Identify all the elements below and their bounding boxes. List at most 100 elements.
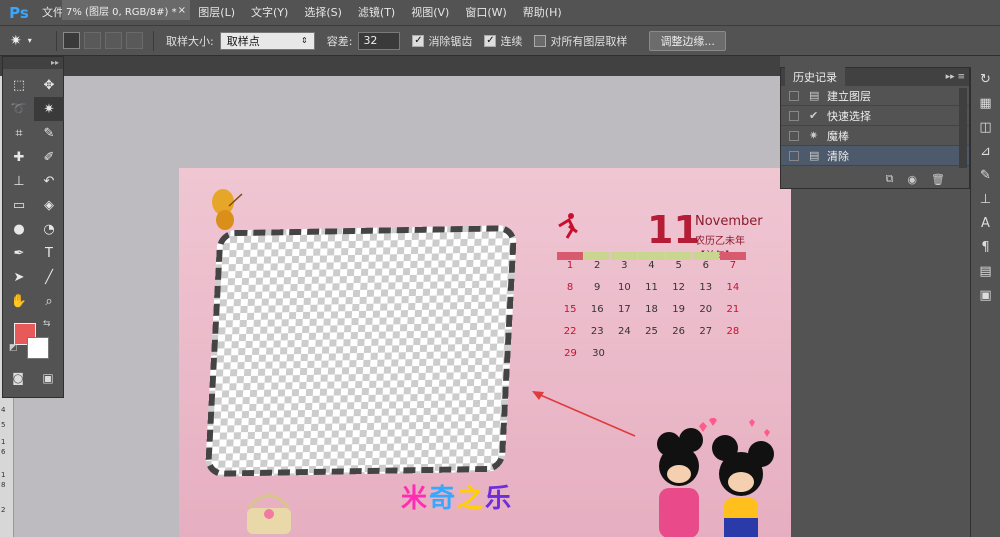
transparent-photo-frame[interactable] bbox=[204, 225, 518, 477]
contiguous-checkbox[interactable]: ✓ 连续 bbox=[484, 33, 522, 49]
magic-wand-tool-icon[interactable]: ✷ bbox=[34, 97, 64, 121]
refine-edge-button[interactable]: 调整边缘... bbox=[649, 30, 726, 51]
swap-colors-icon[interactable]: ⇆ bbox=[43, 319, 51, 329]
crop-tool-icon[interactable]: ⌗ bbox=[4, 121, 34, 145]
sample-all-layers-checkbox[interactable]: 对所有图层取样 bbox=[534, 33, 627, 49]
document-canvas[interactable]: 11 November 农历乙未年【羊年】 1 2 3 4 5 6 7 bbox=[179, 168, 791, 537]
calendar-cell: 16 bbox=[590, 304, 604, 315]
marquee-tool-icon[interactable]: ⬚ bbox=[4, 73, 34, 97]
clone-source-icon[interactable]: ⊥ bbox=[971, 187, 1000, 211]
document-tab[interactable]: 7% (图层 0, RGB/8#) * × bbox=[62, 0, 190, 20]
clone-stamp-icon[interactable]: ⊥ bbox=[4, 169, 34, 193]
history-brush-source-box[interactable] bbox=[789, 110, 799, 121]
ruler-tick: 6 bbox=[1, 448, 6, 456]
character-panel-icon[interactable]: A bbox=[971, 211, 1000, 235]
menu-help[interactable]: 帮助(H) bbox=[515, 0, 570, 26]
history-brush-source-box[interactable] bbox=[789, 130, 799, 141]
history-scrollbar[interactable] bbox=[959, 88, 967, 168]
eyedropper-tool-icon[interactable]: ✎ bbox=[34, 121, 64, 145]
brush-tool-icon[interactable]: ✐ bbox=[34, 145, 64, 169]
intersect-selection-button[interactable] bbox=[126, 32, 143, 49]
history-brush-icon[interactable]: ↶ bbox=[34, 169, 64, 193]
calendar-cell: 28 bbox=[726, 326, 740, 337]
toolbox-panel: ▸▸ ⬚ ✥ ➰ ✷ ⌗ ✎ ✚ ✐ ⊥ ↶ ▭ ◈ ● ◔ ✒ T ➤ ╱ ✋… bbox=[2, 56, 64, 398]
default-colors-icon[interactable]: ◩ bbox=[9, 343, 18, 353]
menu-layer[interactable]: 图层(L) bbox=[190, 0, 243, 26]
calendar-month: November bbox=[695, 214, 763, 229]
caption-char: 奇 bbox=[429, 484, 458, 514]
menu-filter[interactable]: 滤镜(T) bbox=[350, 0, 403, 26]
calendar-cell: 22 bbox=[563, 326, 577, 337]
document-icon: ▤ bbox=[809, 89, 820, 102]
tolerance-input[interactable]: 32 bbox=[358, 31, 401, 50]
sample-size-label: 取样大小: bbox=[166, 34, 214, 48]
brush-panel-icon[interactable]: ✎ bbox=[971, 163, 1000, 187]
antialias-checkbox[interactable]: ✓ 消除锯齿 bbox=[412, 33, 472, 49]
paragraph-panel-icon[interactable]: ¶ bbox=[971, 235, 1000, 259]
zoom-tool-icon[interactable]: ⌕ bbox=[34, 289, 64, 313]
photoshop-window: Ps 文件(F) 编辑(E) 图像(I) 图层(L) 文字(Y) 选择(S) 滤… bbox=[0, 0, 1000, 537]
ruler-tick: 8 bbox=[1, 481, 6, 489]
blur-tool-icon[interactable]: ● bbox=[4, 217, 34, 241]
channels-panel-icon[interactable]: ▣ bbox=[971, 283, 1000, 307]
healing-brush-icon[interactable]: ✚ bbox=[4, 145, 34, 169]
background-color-swatch[interactable] bbox=[27, 337, 49, 359]
add-to-selection-button[interactable] bbox=[84, 32, 101, 49]
panel-menu-icon[interactable]: ▸▸ ≡ bbox=[946, 72, 965, 82]
history-brush-source-box[interactable] bbox=[789, 150, 799, 161]
history-item-label: 魔棒 bbox=[827, 129, 849, 143]
styles-panel-icon[interactable]: ◫ bbox=[971, 115, 1000, 139]
adjustments-panel-icon[interactable]: ⊿ bbox=[971, 139, 1000, 163]
new-document-from-state-icon[interactable]: ⧉ bbox=[886, 172, 894, 186]
close-icon[interactable]: × bbox=[178, 5, 186, 16]
history-item-label: 清除 bbox=[827, 149, 849, 163]
new-selection-button[interactable] bbox=[63, 32, 80, 49]
screen-mode-icon[interactable]: ▣ bbox=[42, 371, 53, 385]
eraser-tool-icon[interactable]: ▭ bbox=[4, 193, 34, 217]
weekday-row bbox=[557, 252, 747, 260]
menu-select[interactable]: 选择(S) bbox=[296, 0, 350, 26]
divider bbox=[56, 30, 57, 51]
history-item-clear[interactable]: ▤ 清除 bbox=[781, 146, 969, 166]
menu-window[interactable]: 窗口(W) bbox=[457, 0, 514, 26]
hand-tool-icon[interactable]: ✋ bbox=[4, 289, 34, 313]
lasso-tool-icon[interactable]: ➰ bbox=[4, 97, 34, 121]
history-brush-source-box[interactable] bbox=[789, 90, 799, 101]
history-item-quick-select[interactable]: ✔ 快速选择 bbox=[781, 106, 969, 126]
calendar-cell: 2 bbox=[594, 260, 601, 271]
caption-char: 乐 bbox=[485, 484, 514, 514]
history-item-magic-wand[interactable]: ✷ 魔棒 bbox=[781, 126, 969, 146]
calendar-row: 15 16 17 18 19 20 21 bbox=[557, 304, 747, 326]
calendar-cell: 23 bbox=[590, 326, 604, 337]
history-item-new-layer[interactable]: ▤ 建立图层 bbox=[781, 86, 969, 106]
history-panel-icon[interactable]: ↻ bbox=[971, 67, 1000, 91]
toolbox-header[interactable]: ▸▸ bbox=[3, 57, 63, 69]
menu-view[interactable]: 视图(V) bbox=[403, 0, 457, 26]
chevron-down-icon: ▾ bbox=[27, 36, 32, 45]
trash-icon[interactable]: 🗑 bbox=[931, 173, 945, 186]
annotation-arrow-icon bbox=[532, 391, 636, 437]
layers-panel-icon[interactable]: ▤ bbox=[971, 259, 1000, 283]
mode-row: ◙ ▣ bbox=[3, 371, 63, 385]
path-select-icon[interactable]: ➤ bbox=[4, 265, 34, 289]
menu-type[interactable]: 文字(Y) bbox=[243, 0, 296, 26]
sample-size-value: 取样点 bbox=[226, 34, 260, 48]
swatches-panel-icon[interactable]: ▦ bbox=[971, 91, 1000, 115]
camera-snapshot-icon[interactable]: ◉ bbox=[907, 173, 917, 186]
calendar-cell: 30 bbox=[592, 348, 605, 359]
history-tab[interactable]: 历史记录 bbox=[785, 67, 845, 87]
tool-preset-picker[interactable]: ✷ ▾ bbox=[10, 29, 50, 53]
ruler-tick: 1 bbox=[1, 471, 6, 479]
subtract-from-selection-button[interactable] bbox=[105, 32, 122, 49]
dodge-tool-icon[interactable]: ◔ bbox=[34, 217, 64, 241]
quick-mask-icon[interactable]: ◙ bbox=[12, 371, 24, 385]
caption-title: 米奇之乐 bbox=[401, 478, 513, 515]
paint-bucket-icon[interactable]: ◈ bbox=[34, 193, 64, 217]
history-item-label: 快速选择 bbox=[827, 109, 871, 123]
pen-tool-icon[interactable]: ✒ bbox=[4, 241, 34, 265]
type-tool-icon[interactable]: T bbox=[34, 241, 64, 265]
sample-size-select[interactable]: 取样点 ⇕ bbox=[219, 31, 315, 50]
move-tool-icon[interactable]: ✥ bbox=[34, 73, 64, 97]
color-swatches: ⇆ ◩ bbox=[3, 317, 63, 367]
line-tool-icon[interactable]: ╱ bbox=[34, 265, 64, 289]
